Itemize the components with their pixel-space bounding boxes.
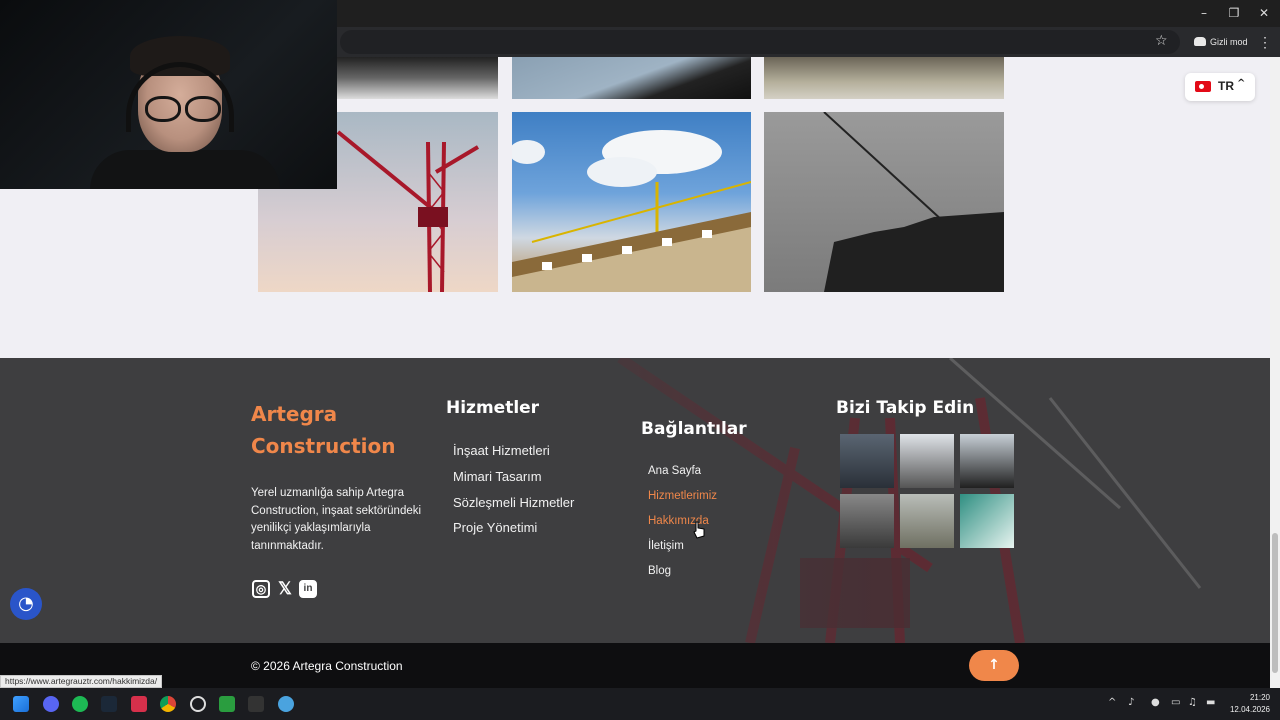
- windows-start-icon[interactable]: [13, 696, 29, 712]
- footer-link-home[interactable]: Ana Sayfa: [648, 465, 701, 477]
- spotify-icon[interactable]: [72, 696, 88, 712]
- silhouette-building-illustration: [823, 112, 1004, 292]
- page-scrollbar[interactable]: [1270, 57, 1280, 688]
- services-title: Hizmetler: [446, 398, 540, 418]
- scrollbar-thumb[interactable]: [1272, 533, 1278, 673]
- gallery-image[interactable]: [512, 112, 751, 292]
- battery-icon[interactable]: ▬: [1206, 697, 1215, 708]
- bookmark-star-icon[interactable]: ☆: [1155, 33, 1168, 49]
- hand-cursor-icon: [693, 521, 705, 539]
- link-status-url: https://www.artegrauztr.com/hakkimizda/: [0, 675, 163, 688]
- browser-menu-icon[interactable]: ⋮: [1258, 32, 1272, 52]
- copyright-text: © 2026 Artegra Construction: [251, 659, 403, 673]
- footer-overlay: [0, 358, 1270, 643]
- instagram-thumbnail[interactable]: [960, 494, 1014, 548]
- footer-link-contact[interactable]: İletişim: [648, 540, 684, 552]
- restore-button[interactable]: ❐: [1220, 4, 1248, 22]
- instagram-thumbnail[interactable]: [900, 494, 954, 548]
- webcam-overlay: [0, 0, 337, 189]
- building-crane-illustration: [512, 130, 751, 292]
- clock-date: 12.04.2026: [1229, 705, 1270, 714]
- speaker-icon[interactable]: ♪: [1128, 697, 1134, 708]
- incognito-icon: [1194, 37, 1206, 46]
- instagram-thumbnail[interactable]: [900, 434, 954, 488]
- windows-taskbar: ^ ♪ ● ▭ ♫ ▬ 21:20 12.04.2026: [0, 688, 1280, 720]
- linkedin-icon[interactable]: in: [299, 580, 317, 598]
- x-icon[interactable]: 𝕏: [276, 580, 294, 598]
- footer-bottom-bar: © 2026 Artegra Construction ↑: [0, 643, 1270, 688]
- service-link[interactable]: İnşaat Hizmetleri: [453, 443, 550, 458]
- app-icon[interactable]: [131, 696, 147, 712]
- incognito-indicator[interactable]: Gizli mod: [1188, 32, 1254, 52]
- epic-games-icon[interactable]: [248, 696, 264, 712]
- instagram-thumbnail[interactable]: [960, 434, 1014, 488]
- chevron-up-icon: ^: [1237, 78, 1246, 89]
- obs-icon[interactable]: [190, 696, 206, 712]
- service-link[interactable]: Sözleşmeli Hizmetler: [453, 495, 574, 510]
- site-footer: Artegra Construction Yerel uzmanlığa sah…: [0, 358, 1270, 643]
- close-window-button[interactable]: ✕: [1250, 4, 1278, 22]
- taskbar-clock[interactable]: 21:20 12.04.2026: [1226, 692, 1270, 716]
- discord-icon[interactable]: [43, 696, 59, 712]
- gallery-image[interactable]: [764, 57, 1004, 99]
- links-title: Bağlantılar: [641, 419, 747, 439]
- gallery-image[interactable]: [764, 112, 1004, 292]
- turkey-flag-icon: [1195, 81, 1211, 92]
- microphone-icon[interactable]: ●: [1151, 697, 1160, 708]
- footer-link-services[interactable]: Hizmetlerimiz: [648, 490, 717, 502]
- footer-brand[interactable]: Artegra Construction: [251, 398, 421, 462]
- language-code: TR: [1218, 79, 1234, 93]
- service-link[interactable]: Proje Yönetimi: [453, 520, 537, 535]
- webcam-person-body: [90, 150, 280, 189]
- footer-about-text: Yerel uzmanlığa sahip Artegra Constructi…: [251, 487, 422, 552]
- steam-icon[interactable]: [101, 696, 117, 712]
- footer-link-blog[interactable]: Blog: [648, 565, 671, 577]
- instagram-thumbnail[interactable]: [840, 494, 894, 548]
- minimize-button[interactable]: –: [1190, 4, 1218, 22]
- gallery-image[interactable]: [512, 57, 751, 99]
- cookie-settings-icon[interactable]: ◔: [10, 588, 42, 620]
- follow-title: Bizi Takip Edin: [836, 398, 975, 418]
- service-link[interactable]: Mimari Tasarım: [453, 469, 542, 484]
- network-icon[interactable]: ▭: [1171, 697, 1180, 708]
- chrome-icon[interactable]: [160, 696, 176, 712]
- address-bar[interactable]: [340, 30, 1180, 54]
- language-switcher[interactable]: TR ^: [1185, 73, 1255, 101]
- instagram-icon[interactable]: ◎: [252, 580, 270, 598]
- glasses-icon: [145, 96, 221, 122]
- scroll-to-top-button[interactable]: ↑: [969, 650, 1019, 681]
- clock-time: 21:20: [1249, 693, 1270, 702]
- tray-expand-icon[interactable]: ^: [1108, 697, 1116, 708]
- volume-icon[interactable]: ♫: [1188, 697, 1197, 708]
- messenger-icon[interactable]: [278, 696, 294, 712]
- incognito-label: Gizli mod: [1210, 37, 1248, 47]
- terminal-icon[interactable]: [219, 696, 235, 712]
- instagram-thumbnail[interactable]: [840, 434, 894, 488]
